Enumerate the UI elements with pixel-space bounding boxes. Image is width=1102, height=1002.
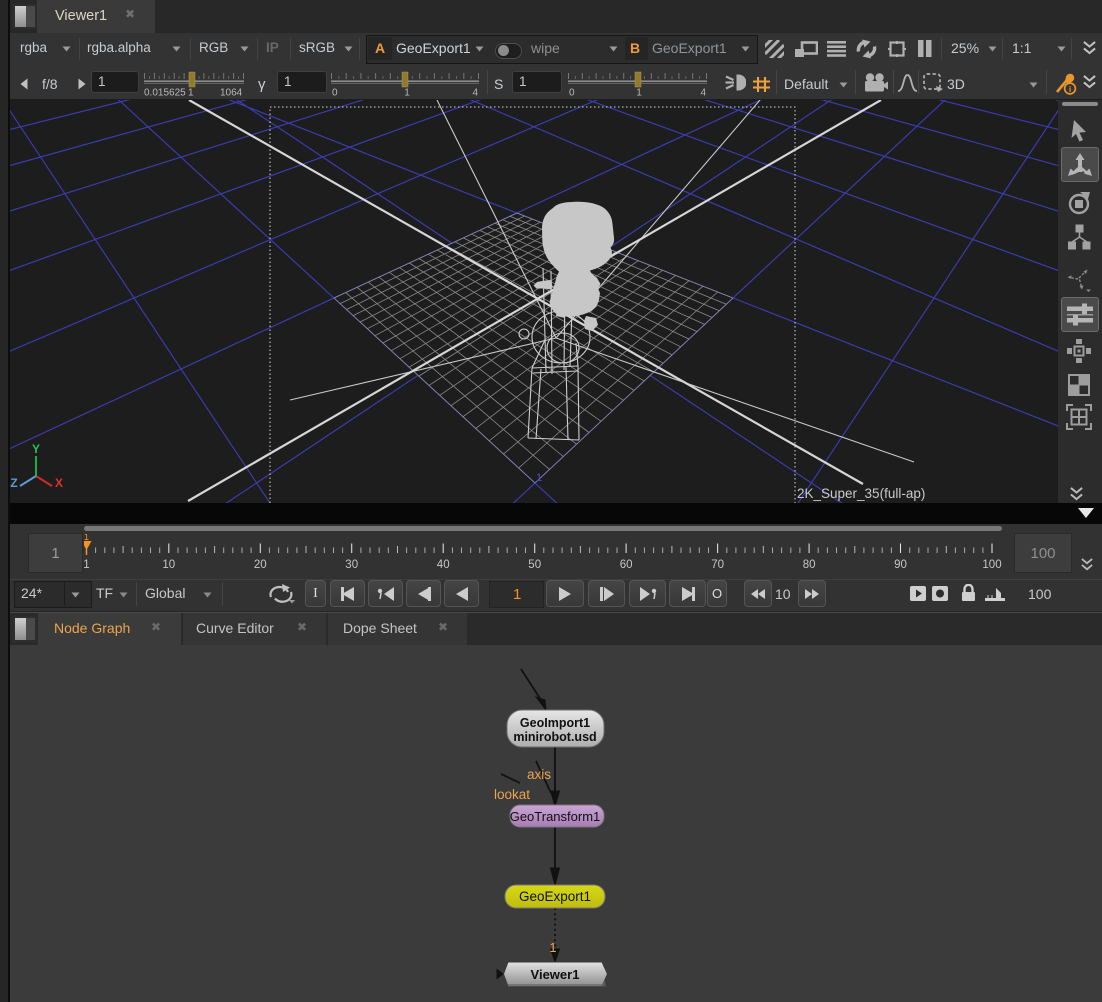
svg-text:i: i — [1069, 84, 1071, 94]
svg-text:GeoTransform1: GeoTransform1 — [510, 809, 601, 824]
svg-text:minirobot.usd: minirobot.usd — [513, 730, 596, 744]
svg-text:GeoImport1: GeoImport1 — [520, 716, 590, 730]
svg-text:GeoExport1: GeoExport1 — [519, 889, 591, 904]
svg-text:1: 1 — [188, 88, 194, 98]
svg-text:1: 1 — [549, 940, 556, 955]
svg-text:40: 40 — [437, 559, 450, 571]
svg-text:1: 1 — [84, 534, 89, 542]
svg-text:lookat: lookat — [494, 787, 530, 802]
svg-text:Z: Z — [10, 476, 17, 490]
svg-text:axis: axis — [527, 767, 551, 782]
svg-text:Y: Y — [32, 442, 40, 456]
svg-text:4: 4 — [700, 88, 706, 98]
svg-text:30: 30 — [345, 559, 358, 571]
svg-text:10: 10 — [162, 559, 175, 571]
svg-text:Viewer1: Viewer1 — [531, 967, 580, 982]
svg-text:1: 1 — [636, 88, 642, 98]
svg-text:1: 1 — [404, 88, 410, 98]
svg-text:1064: 1064 — [220, 88, 243, 98]
svg-text:1: 1 — [84, 559, 90, 571]
svg-text:90: 90 — [894, 559, 907, 571]
svg-text:80: 80 — [803, 559, 816, 571]
svg-text:0.015625: 0.015625 — [144, 88, 186, 98]
svg-text:1: 1 — [536, 472, 542, 484]
svg-text:0: 0 — [569, 88, 575, 98]
svg-text:4: 4 — [472, 88, 478, 98]
svg-text:50: 50 — [528, 559, 541, 571]
svg-text:70: 70 — [711, 559, 724, 571]
svg-text:60: 60 — [620, 559, 633, 571]
svg-text:0: 0 — [332, 88, 338, 98]
svg-text:2K_Super_35(full-ap): 2K_Super_35(full-ap) — [797, 486, 925, 501]
svg-text:20: 20 — [254, 559, 267, 571]
svg-text:X: X — [55, 476, 63, 490]
svg-text:100: 100 — [982, 559, 1001, 571]
